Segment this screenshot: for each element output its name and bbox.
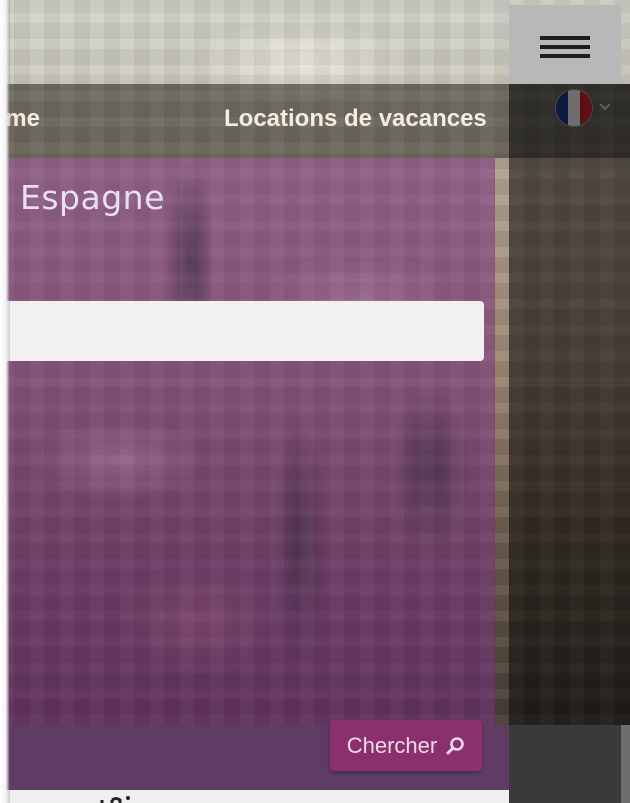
hero-title: Espagne — [20, 178, 165, 217]
hamburger-line — [540, 36, 590, 40]
partial-section-heading — [98, 788, 138, 803]
destination-search-input[interactable] — [0, 301, 484, 361]
search-icon — [446, 736, 465, 754]
drawer-backdrop[interactable] — [509, 84, 630, 803]
hamburger-menu-button[interactable] — [540, 36, 590, 62]
hamburger-line — [540, 54, 590, 58]
hero-search-panel — [0, 158, 495, 726]
page: Home Locations de vacances Espagne Cherc… — [0, 0, 630, 803]
cut-off-text-glyph — [100, 796, 130, 803]
search-button-label: Chercher — [346, 732, 438, 758]
search-button[interactable]: Chercher — [330, 720, 482, 771]
drawer-edge — [0, 0, 10, 803]
hamburger-line — [540, 45, 590, 49]
drawer-backdrop-bottom — [509, 725, 621, 803]
content-section-start — [0, 790, 509, 803]
nav-link-vacation-rentals[interactable]: Locations de vacances — [224, 105, 487, 133]
